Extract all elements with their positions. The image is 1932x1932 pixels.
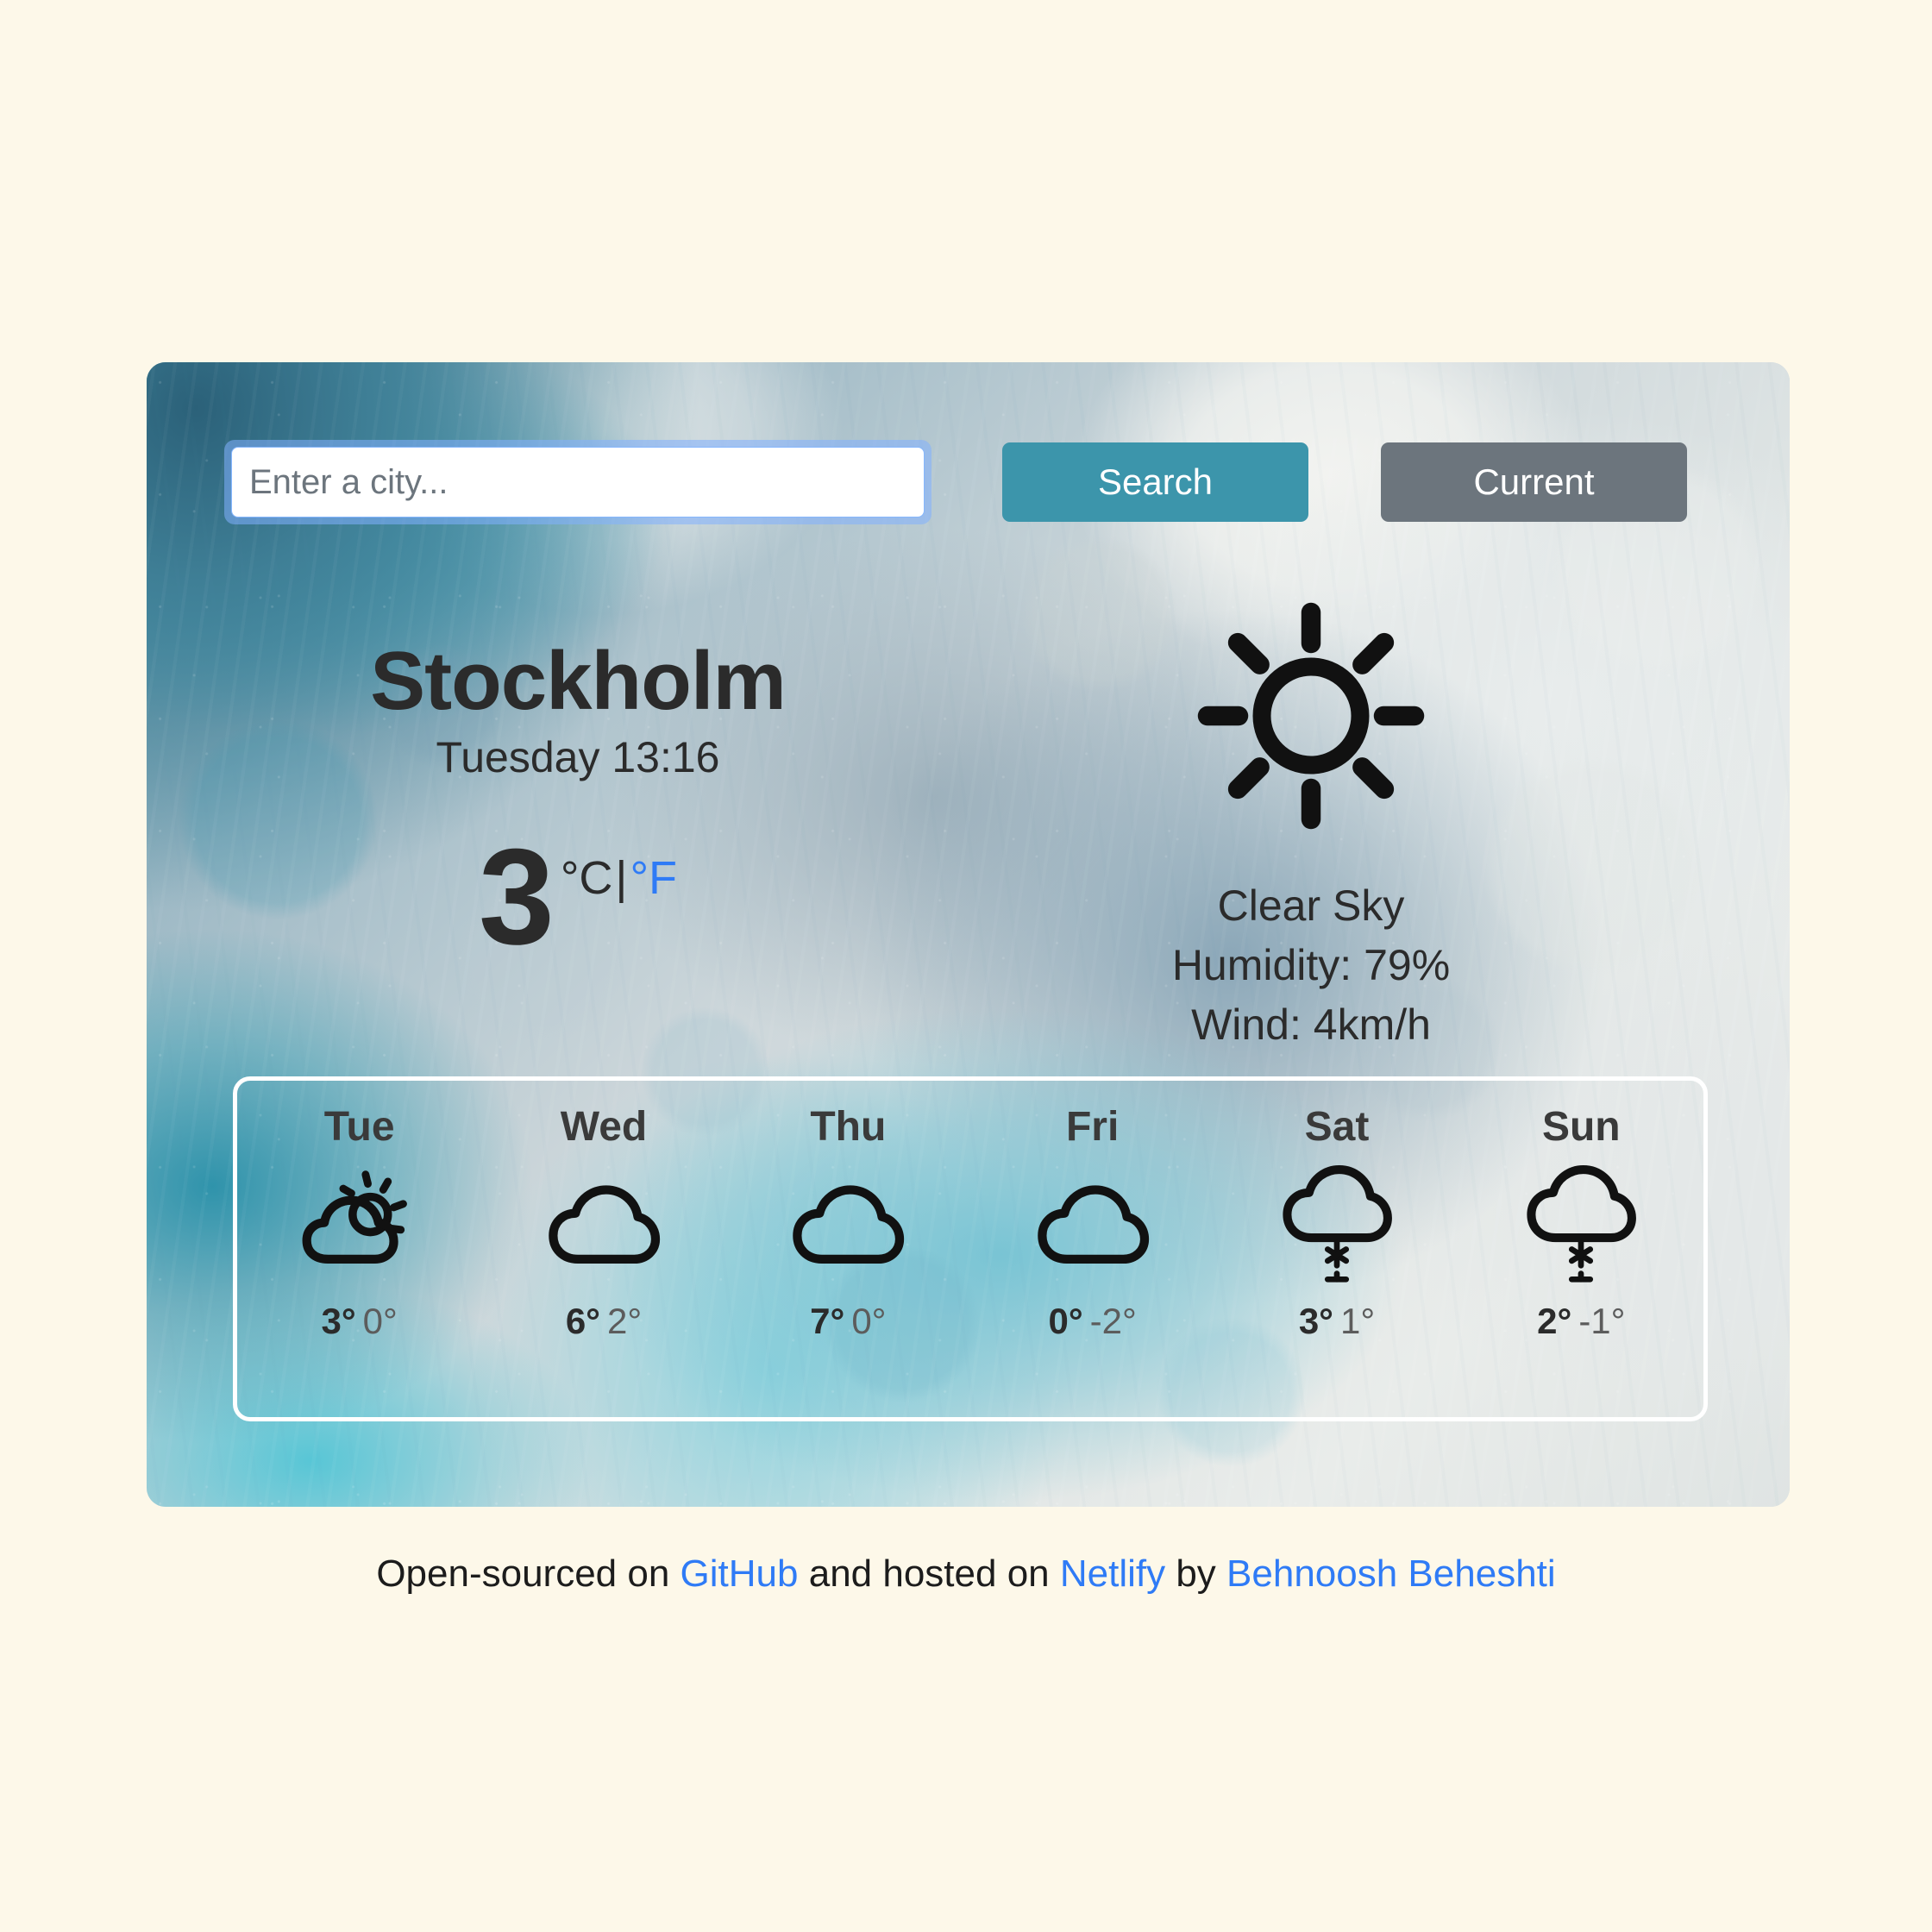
github-link[interactable]: GitHub	[681, 1552, 799, 1595]
current-weather-right: Clear Sky Humidity: 79% Wind: 4km/h	[923, 414, 1699, 1055]
temperature-block: 3 °C|°F	[242, 820, 914, 973]
unit-toggle: °C|°F	[561, 851, 677, 905]
condition-description: Clear Sky	[1217, 881, 1405, 930]
forecast-day-sun: Sun 2° -1°	[1459, 1081, 1703, 1417]
cloud-icon	[549, 1185, 661, 1264]
forecast-max-temp: 3°	[1298, 1301, 1333, 1341]
forecast-min-temp: 2°	[606, 1301, 643, 1341]
forecast-icon-wrap	[1272, 1159, 1402, 1289]
cloud-icon	[793, 1185, 905, 1264]
footer-text-part3: by	[1165, 1552, 1227, 1595]
forecast-max-temp: 3°	[321, 1301, 356, 1341]
forecast-day-fri: Fri 0° -2°	[970, 1081, 1214, 1417]
weather-card: Search Current Stockholm Tuesday 13:16 3…	[147, 362, 1790, 1507]
footer: Open-sourced on GitHub and hosted on Net…	[0, 1552, 1932, 1596]
forecast-min-temp: -1°	[1578, 1301, 1626, 1341]
cloud-icon	[1037, 1185, 1149, 1264]
search-input-focus-ring	[224, 440, 932, 524]
forecast-max-temp: 0°	[1048, 1301, 1083, 1341]
current-weather-icon-wrap	[923, 586, 1699, 845]
partly-cloudy-icon	[302, 1170, 407, 1264]
forecast-min-temp: 0°	[362, 1301, 398, 1341]
footer-text-part2: and hosted on	[798, 1552, 1060, 1595]
city-name: Stockholm	[370, 635, 787, 727]
forecast-icon-wrap	[1028, 1159, 1157, 1289]
forecast-temps: 3° 0°	[322, 1301, 398, 1342]
forecast-day-tue: Tue 3° 0°	[237, 1081, 481, 1417]
snow-cloud-icon	[1527, 1165, 1637, 1283]
forecast-min-temp: -2°	[1089, 1301, 1137, 1341]
card-content: Search Current Stockholm Tuesday 13:16 3…	[147, 362, 1790, 1507]
forecast-day-wed: Wed 6° 2°	[481, 1081, 725, 1417]
condition-block: Clear Sky Humidity: 79% Wind: 4km/h	[923, 876, 1699, 1055]
footer-text-part1: Open-sourced on	[376, 1552, 681, 1595]
unit-celsius-link[interactable]: °C	[561, 852, 613, 904]
author-link[interactable]: Behnoosh Beheshti	[1226, 1552, 1556, 1595]
forecast-temps: 2° -1°	[1537, 1301, 1625, 1342]
forecast-day-label: Fri	[1065, 1104, 1120, 1150]
forecast-icon-wrap	[1516, 1159, 1646, 1289]
unit-fahrenheit-link[interactable]: °F	[630, 852, 677, 904]
current-weather-left: Stockholm Tuesday 13:16 3 °C|°F	[242, 635, 914, 973]
forecast-icon-wrap	[783, 1159, 913, 1289]
netlify-link[interactable]: Netlify	[1060, 1552, 1165, 1595]
forecast-max-temp: 7°	[810, 1301, 845, 1341]
forecast-temps: 7° 0°	[810, 1301, 886, 1342]
page-root: Search Current Stockholm Tuesday 13:16 3…	[0, 0, 1932, 1932]
snow-cloud-icon	[1283, 1165, 1392, 1283]
forecast-day-label: Sun	[1541, 1104, 1621, 1150]
forecast-min-temp: 1°	[1339, 1301, 1376, 1341]
humidity-text: Humidity: 79%	[1171, 941, 1451, 989]
date-time: Tuesday 13:16	[436, 732, 720, 781]
unit-separator: |	[615, 851, 628, 904]
forecast-max-temp: 2°	[1537, 1301, 1572, 1341]
temperature-value: 3	[478, 820, 555, 973]
forecast-temps: 6° 2°	[566, 1301, 642, 1342]
forecast-day-label: Sat	[1304, 1104, 1370, 1150]
forecast-day-sat: Sat 3° 1°	[1214, 1081, 1458, 1417]
wind-text: Wind: 4km/h	[1191, 1000, 1431, 1049]
forecast-temps: 3° 1°	[1299, 1301, 1375, 1342]
forecast-day-thu: Thu 7° 0°	[726, 1081, 970, 1417]
forecast-day-label: Wed	[560, 1104, 648, 1150]
forecast-temps: 0° -2°	[1049, 1301, 1137, 1342]
forecast-min-temp: 0°	[851, 1301, 887, 1341]
forecast-box: Tue 3° 0° Wed 6° 2° Thu 7° 0° Fri 0° -2°…	[233, 1076, 1708, 1421]
forecast-max-temp: 6°	[565, 1301, 600, 1341]
forecast-day-label: Thu	[810, 1104, 887, 1150]
forecast-day-label: Tue	[323, 1104, 395, 1150]
search-input[interactable]	[231, 447, 925, 518]
sun-icon	[1197, 602, 1425, 830]
forecast-icon-wrap	[295, 1159, 424, 1289]
forecast-icon-wrap	[539, 1159, 668, 1289]
